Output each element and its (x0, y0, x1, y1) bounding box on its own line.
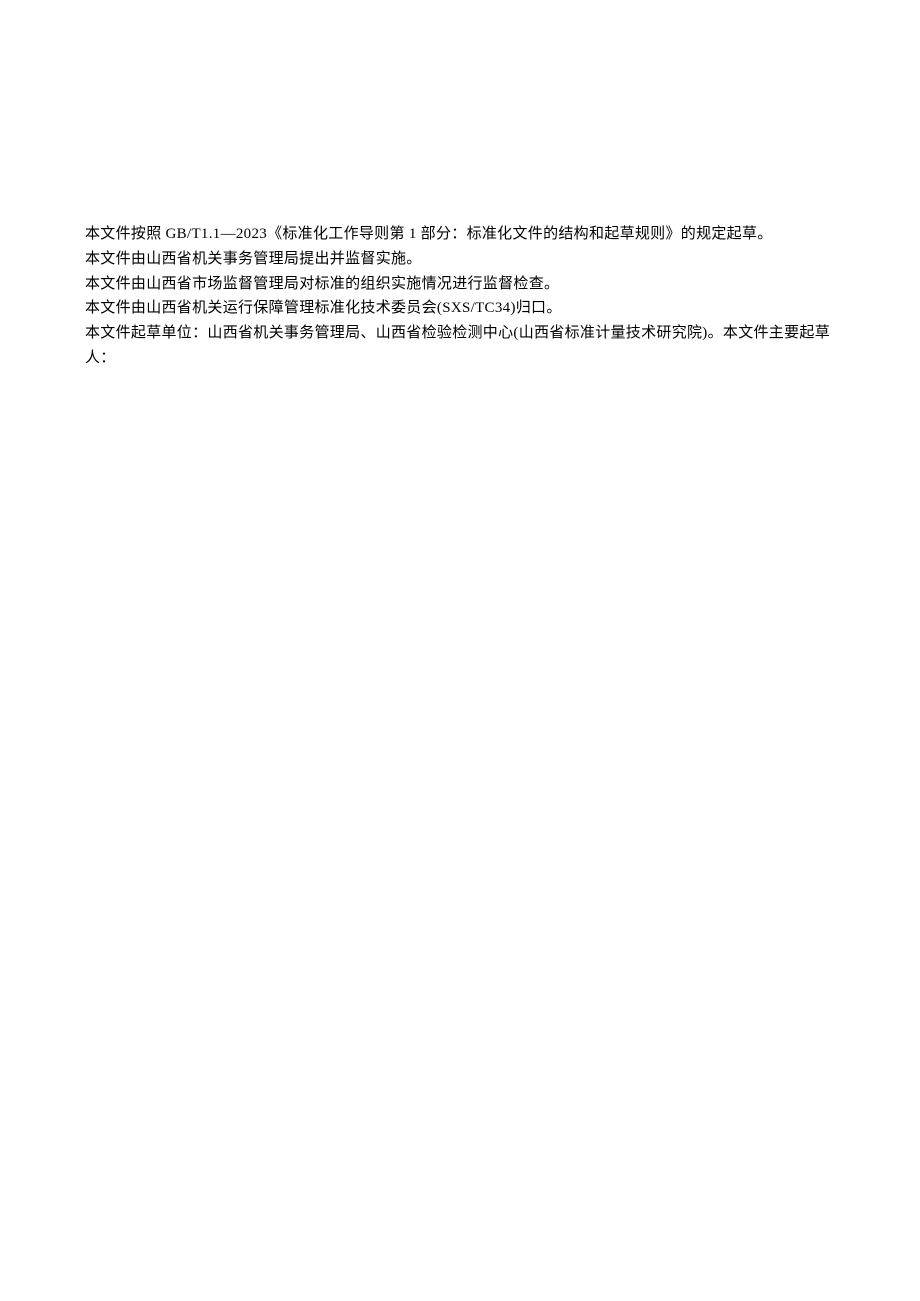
paragraph-line-3: 本文件由山西省市场监督管理局对标准的组织实施情况进行监督检查。 (85, 272, 835, 297)
paragraph-line-5: 本文件起草单位：山西省机关事务管理局、山西省检验检测中心(山西省标准计量技术研究… (85, 321, 835, 371)
paragraph-line-2: 本文件由山西省机关事务管理局提出并监督实施。 (85, 247, 835, 272)
paragraph-line-4: 本文件由山西省机关运行保障管理标准化技术委员会(SXS/TC34)归口。 (85, 296, 835, 321)
paragraph-line-1: 本文件按照 GB/T1.1—2023《标准化工作导则第 1 部分：标准化文件的结… (85, 222, 835, 247)
